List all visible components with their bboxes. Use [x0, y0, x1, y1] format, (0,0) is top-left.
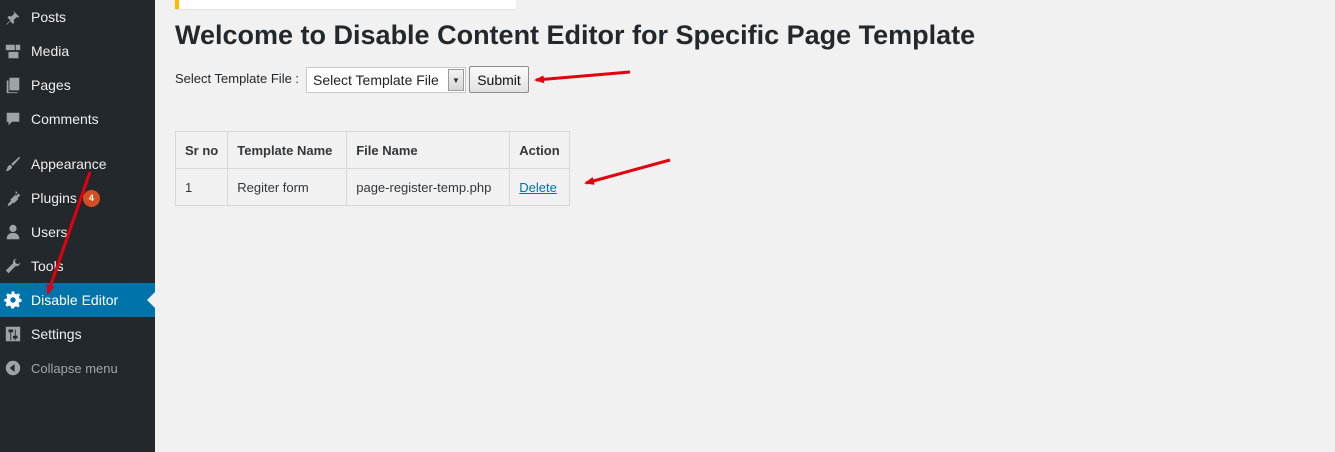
sidebar-item-pages[interactable]: Pages [0, 68, 155, 102]
template-select-value: Select Template File [313, 72, 439, 88]
gear-icon [0, 283, 26, 317]
admin-notice [175, 0, 516, 9]
collapse-icon [0, 351, 26, 385]
wrench-icon [0, 249, 26, 283]
collapse-menu-button[interactable]: Collapse menu [0, 351, 155, 385]
user-icon [0, 215, 26, 249]
sidebar-item-label: Tools [31, 258, 64, 274]
action-cell: Delete [509, 168, 570, 206]
sidebar-item-label: Media [31, 43, 70, 59]
column-header: File Name [346, 131, 511, 169]
file-name-cell: page-register-temp.php [346, 168, 511, 206]
sidebar-item-label: Posts [31, 9, 67, 25]
sidebar-item-appearance[interactable]: Appearance [0, 147, 155, 181]
settings-icon [0, 317, 26, 351]
template-file-select[interactable]: Select Template File ▼ [306, 67, 466, 93]
annotation-arrows [46, 70, 671, 295]
sidebar-item-label: Pages [31, 77, 71, 93]
sidebar-item-plugins[interactable]: Plugins 4 [0, 181, 155, 215]
sr-no-cell: 1 [174, 168, 229, 206]
table-row: 1 Regiter form page-register-temp.php De… [174, 168, 570, 206]
page-title: Welcome to Disable Content Editor for Sp… [175, 20, 976, 50]
delete-link[interactable]: Delete [519, 180, 557, 195]
sidebar-item-comments[interactable]: Comments [0, 102, 155, 136]
sidebar-item-label: Plugins [31, 190, 77, 206]
sidebar-item-media[interactable]: Media [0, 34, 155, 68]
sidebar-item-users[interactable]: Users [0, 215, 155, 249]
column-header: Template Name [227, 131, 348, 169]
sidebar-item-label: Comments [31, 111, 99, 127]
submit-button[interactable]: Submit [469, 66, 529, 93]
sidebar-item-label: Users [31, 224, 68, 240]
column-header: Action [509, 131, 570, 169]
paintbrush-icon [0, 147, 26, 181]
sidebar-item-label: Settings [31, 326, 82, 342]
admin-sidebar: Posts Media Pages Comments Appearance Pl… [0, 0, 155, 452]
annotation-arrow [534, 70, 631, 84]
select-template-label: Select Template File : [175, 71, 300, 86]
table-header-row: Sr no Template Name File Name Action [174, 131, 570, 169]
sidebar-item-posts[interactable]: Posts [0, 0, 155, 34]
plugin-update-badge: 4 [82, 189, 100, 207]
plugin-icon [0, 181, 26, 215]
annotation-arrow [584, 158, 671, 185]
sidebar-item-tools[interactable]: Tools [0, 249, 155, 283]
pages-icon [0, 68, 26, 102]
pushpin-icon [0, 0, 26, 34]
media-icon [0, 34, 26, 68]
sidebar-item-disable-editor[interactable]: Disable Editor [0, 283, 155, 317]
comment-icon [0, 102, 26, 136]
sidebar-item-label: Disable Editor [31, 292, 119, 308]
collapse-menu-label: Collapse menu [31, 360, 118, 376]
sidebar-item-label: Appearance [31, 156, 107, 172]
template-name-cell: Regiter form [227, 168, 348, 206]
chevron-down-icon: ▼ [448, 69, 464, 91]
column-header: Sr no [174, 131, 229, 169]
template-table: Sr no Template Name File Name Action 1 R… [174, 131, 570, 206]
sidebar-item-settings[interactable]: Settings [0, 317, 155, 351]
